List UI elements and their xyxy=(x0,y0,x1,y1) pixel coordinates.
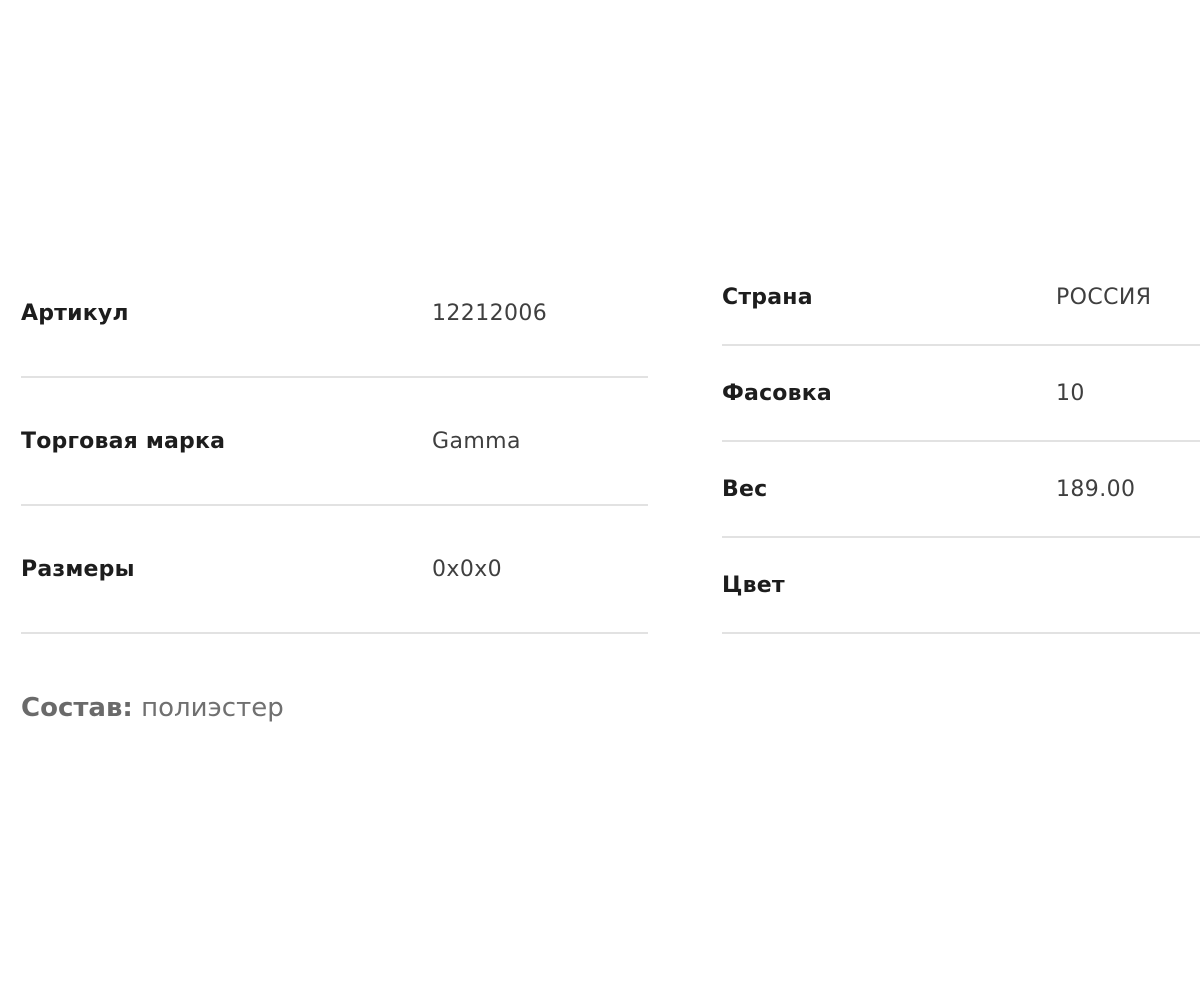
spec-value: 10 xyxy=(1056,381,1085,406)
spec-label: Страна xyxy=(722,285,813,310)
spec-row-brand: Торговая марка Gamma xyxy=(21,378,648,506)
specs-column-right: Страна РОССИЯ Фасовка 10 Вес 189.00 Цвет xyxy=(722,250,1200,634)
composition-label: Состав: xyxy=(21,693,133,723)
spec-row-article: Артикул 12212006 xyxy=(21,250,648,378)
spec-row-country: Страна РОССИЯ xyxy=(722,250,1200,346)
spec-value: 12212006 xyxy=(432,301,548,326)
spec-label: Цвет xyxy=(722,573,785,598)
spec-value: 0x0x0 xyxy=(432,557,503,582)
spec-label: Вес xyxy=(722,477,768,502)
spec-row-color: Цвет xyxy=(722,538,1200,634)
spec-value: 189.00 xyxy=(1056,477,1136,502)
spec-value: РОССИЯ xyxy=(1056,285,1152,310)
composition-value: полиэстер xyxy=(141,693,284,723)
spec-label: Размеры xyxy=(21,557,135,582)
spec-row-packaging: Фасовка 10 xyxy=(722,346,1200,442)
spec-row-dimensions: Размеры 0x0x0 xyxy=(21,506,648,634)
spec-label: Артикул xyxy=(21,301,129,326)
spec-label: Торговая марка xyxy=(21,429,226,454)
specs-column-left: Артикул 12212006 Торговая марка Gamma Ра… xyxy=(21,250,648,634)
spec-label: Фасовка xyxy=(722,381,832,406)
spec-value: Gamma xyxy=(432,429,521,454)
spec-row-weight: Вес 189.00 xyxy=(722,442,1200,538)
composition-line: Состав: полиэстер xyxy=(21,692,284,724)
